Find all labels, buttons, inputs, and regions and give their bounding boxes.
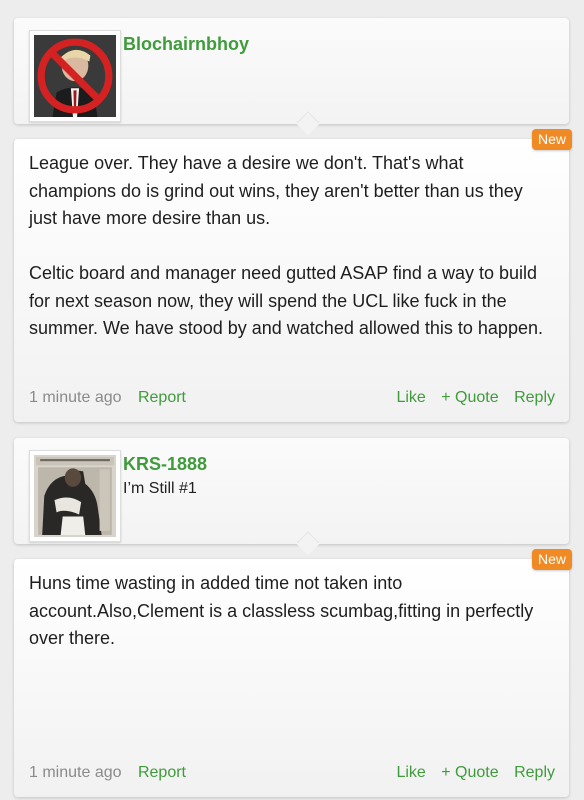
reply-link[interactable]: Reply [514, 764, 555, 781]
album-cover-photo [34, 455, 116, 537]
avatar[interactable] [29, 450, 121, 542]
post-actions: Like + Quote Reply [385, 388, 555, 408]
post-actions: Like + Quote Reply [385, 763, 555, 783]
quote-link[interactable]: + Quote [441, 389, 498, 406]
username[interactable]: Blochairnbhoy [123, 34, 249, 55]
speech-notch [296, 112, 320, 136]
no-trump-icon [34, 35, 116, 117]
like-link[interactable]: Like [396, 389, 425, 406]
post-message: League over. They have a desire we don't… [29, 153, 543, 338]
quote-link[interactable]: + Quote [441, 764, 498, 781]
post-timestamp: 1 minute ago [29, 764, 122, 781]
post-timestamp: 1 minute ago [29, 389, 122, 406]
post-message: Huns time wasting in added time not take… [29, 573, 539, 648]
username[interactable]: KRS-1888 [123, 454, 207, 475]
avatar[interactable] [29, 30, 121, 122]
post-footer: 1 minute ago Report Like + Quote Reply [29, 388, 555, 408]
post-card: New Huns time wasting in added time not … [14, 549, 572, 797]
report-link[interactable]: Report [138, 764, 186, 781]
post-card: New League over. They have a desire we d… [14, 129, 572, 422]
post-author-header: Blochairnbhoy [14, 18, 569, 136]
post-footer: 1 minute ago Report Like + Quote Reply [29, 763, 555, 783]
reply-link[interactable]: Reply [514, 389, 555, 406]
report-link[interactable]: Report [138, 389, 186, 406]
user-title: I’m Still #1 [123, 480, 197, 497]
speech-notch [296, 532, 320, 556]
new-badge: New [531, 129, 572, 150]
new-badge: New [531, 549, 572, 570]
like-link[interactable]: Like [396, 764, 425, 781]
post-author-header: KRS-1888 I’m Still #1 [14, 438, 569, 556]
